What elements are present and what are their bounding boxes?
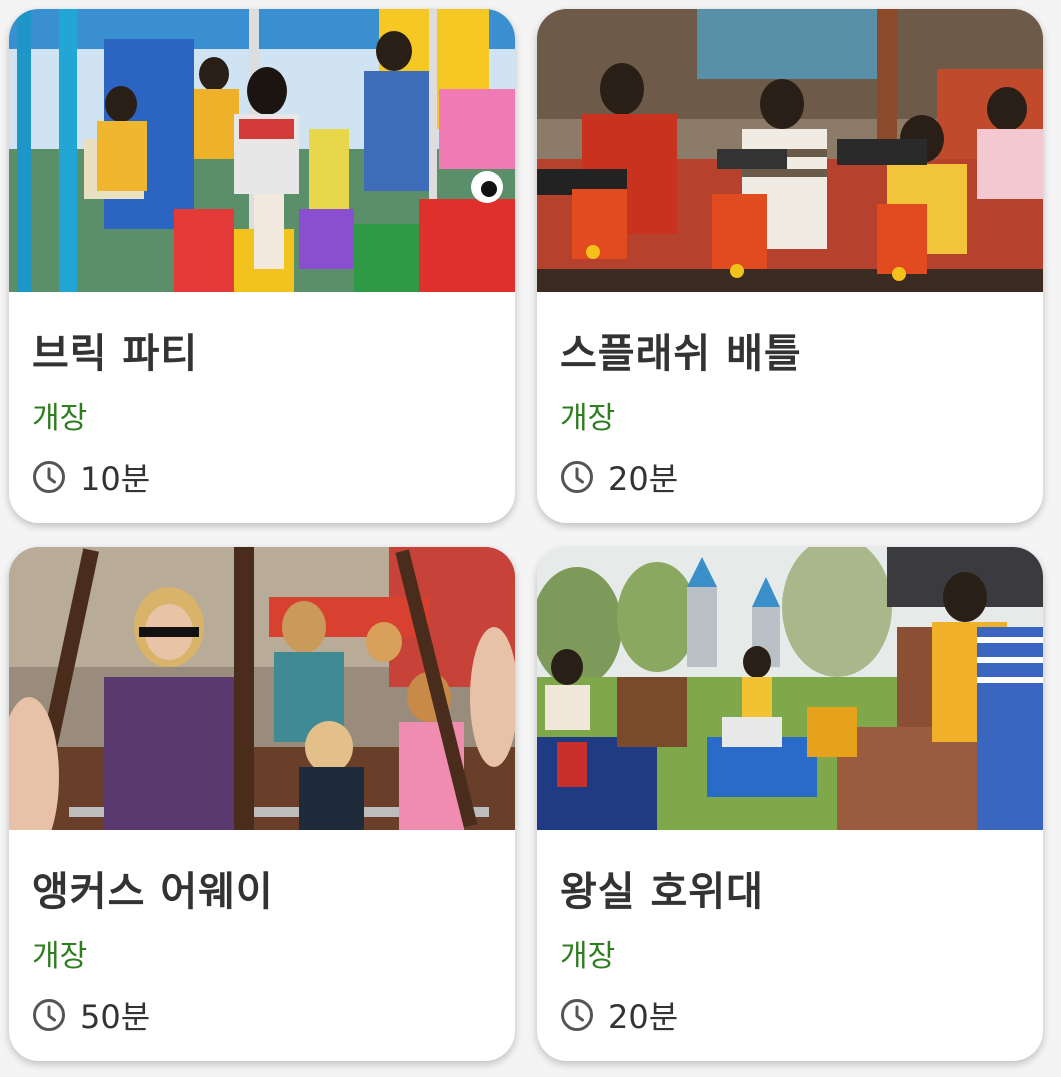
wait-time-value: 10분 <box>80 460 151 498</box>
attraction-photo <box>537 547 1043 830</box>
clock-icon <box>560 460 594 494</box>
wait-time: 10분 <box>32 457 151 498</box>
wait-time: 50분 <box>32 995 151 1036</box>
attraction-status: 개장 <box>560 401 616 436</box>
attraction-card-splash-battle[interactable]: 스플래쉬 배틀 개장 20분 <box>537 9 1043 523</box>
attraction-name: 앵커스 어웨이 <box>32 869 274 915</box>
attraction-card-brick-party[interactable]: 브릭 파티 개장 10분 <box>9 9 515 523</box>
clock-icon <box>560 998 594 1032</box>
attraction-status: 개장 <box>32 939 88 974</box>
wait-time-value: 20분 <box>608 460 679 498</box>
wait-time: 20분 <box>560 457 679 498</box>
attraction-name: 왕실 호위대 <box>560 869 764 915</box>
attraction-name: 스플래쉬 배틀 <box>560 331 802 377</box>
wait-time-value: 50분 <box>80 998 151 1036</box>
attraction-card-royal-guard[interactable]: 왕실 호위대 개장 20분 <box>537 547 1043 1061</box>
clock-icon <box>32 998 66 1032</box>
wait-time-value: 20분 <box>608 998 679 1036</box>
attraction-photo <box>9 547 515 830</box>
attraction-status: 개장 <box>560 939 616 974</box>
clock-icon <box>32 460 66 494</box>
attraction-card-anchors-away[interactable]: 앵커스 어웨이 개장 50분 <box>9 547 515 1061</box>
attraction-grid: 브릭 파티 개장 10분 스플래쉬 배틀 개장 20분 앵커스 어웨이 개장 5… <box>0 0 1061 1077</box>
attraction-name: 브릭 파티 <box>32 331 199 377</box>
wait-time: 20분 <box>560 995 679 1036</box>
attraction-photo <box>9 9 515 292</box>
attraction-status: 개장 <box>32 401 88 436</box>
attraction-photo <box>537 9 1043 292</box>
